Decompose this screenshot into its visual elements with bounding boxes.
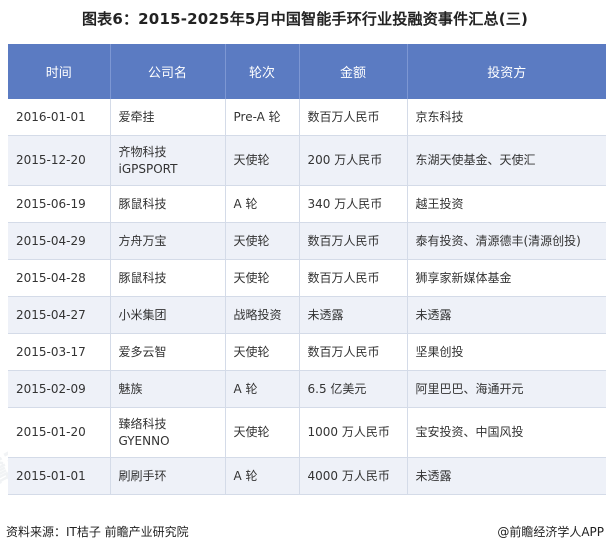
cell-amount: 数百万人民币 (299, 99, 408, 136)
cell-investor: 京东科技 (407, 99, 606, 136)
cell-company: 方舟万宝 (110, 222, 226, 260)
header-amount: 金额 (299, 44, 408, 99)
table-header-row: 时间 公司名 轮次 金额 投资方 (8, 44, 606, 99)
cell-company: 臻络科技 GYENNO (110, 407, 226, 458)
cell-round: 战略投资 (225, 296, 300, 334)
cell-date: 2015-01-20 (8, 407, 111, 458)
cell-investor: 狮享家新媒体基金 (407, 259, 606, 297)
cell-round: A 轮 (225, 370, 300, 408)
cell-company: 刷刷手环 (110, 457, 226, 495)
cell-amount: 4000 万人民币 (299, 457, 408, 495)
cell-amount: 6.5 亿美元 (299, 370, 408, 408)
company-name-line: 小米集团 (118, 307, 167, 322)
cell-date: 2015-01-01 (8, 457, 111, 495)
cell-investor: 东湖天使基金、天使汇 (407, 135, 606, 186)
cell-date: 2015-06-19 (8, 185, 111, 223)
table-row: 2015-04-28 豚鼠科技 天使轮 数百万人民币 狮享家新媒体基金 (8, 259, 606, 297)
table-row: 2015-04-29 方舟万宝 天使轮 数百万人民币 泰有投资、清源德丰(清源创投) (8, 222, 606, 260)
company-name-line: 爱牵挂 (118, 109, 155, 124)
cell-amount: 200 万人民币 (299, 135, 408, 186)
cell-investor: 阿里巴巴、海通开元 (407, 370, 606, 408)
table-row: 2015-01-20 臻络科技 GYENNO 天使轮 1000 万人民币 宝安投资、中国风… (8, 407, 606, 458)
cell-company: 豚鼠科技 (110, 259, 226, 297)
cell-company: 齐物科技 iGPSPORT (110, 135, 226, 186)
cell-round: 天使轮 (225, 222, 300, 260)
cell-date: 2015-03-17 (8, 333, 111, 371)
company-name-line: 刷刷手环 (118, 468, 167, 483)
cell-amount: 340 万人民币 (299, 185, 408, 223)
company-name-line: GYENNO (118, 433, 170, 448)
cell-amount: 未透露 (299, 296, 408, 334)
cell-company: 小米集团 (110, 296, 226, 334)
cell-amount: 数百万人民币 (299, 333, 408, 371)
cell-company: 爱牵挂 (110, 99, 226, 136)
table-row: 2015-02-09 魅族 A 轮 6.5 亿美元 阿里巴巴、海通开元 (8, 370, 606, 408)
company-name-line: 齐物科技 (118, 144, 167, 159)
cell-investor: 未透露 (407, 457, 606, 495)
company-name-line: iGPSPORT (118, 161, 178, 176)
cell-round: 天使轮 (225, 333, 300, 371)
table-row: 2015-03-17 爱多云智 天使轮 数百万人民币 坚果创投 (8, 333, 606, 371)
cell-company: 豚鼠科技 (110, 185, 226, 223)
company-name-line: 臻络科技 (118, 416, 167, 431)
header-company: 公司名 (110, 44, 226, 99)
cell-amount: 数百万人民币 (299, 259, 408, 297)
cell-round: A 轮 (225, 457, 300, 495)
cell-investor: 未透露 (407, 296, 606, 334)
cell-date: 2015-12-20 (8, 135, 111, 186)
cell-round: Pre-A 轮 (225, 99, 300, 136)
header-date: 时间 (8, 44, 111, 99)
cell-company: 爱多云智 (110, 333, 226, 371)
company-name-line: 豚鼠科技 (118, 196, 167, 211)
cell-date: 2015-04-29 (8, 222, 111, 260)
cell-company: 魅族 (110, 370, 226, 408)
cell-investor: 越王投资 (407, 185, 606, 223)
header-round: 轮次 (225, 44, 300, 99)
company-name-line: 豚鼠科技 (118, 270, 167, 285)
investment-table: 时间 公司名 轮次 金额 投资方 2016-01-01 爱牵挂 Pre-A 轮数百万… (8, 44, 606, 495)
cell-round: 天使轮 (225, 259, 300, 297)
cell-date: 2016-01-01 (8, 99, 111, 136)
company-name-line: 魅族 (118, 381, 143, 396)
cell-amount: 1000 万人民币 (299, 407, 408, 458)
table-row: 2015-01-01 刷刷手环 A 轮 4000 万人民币 未透露 (8, 457, 606, 495)
table-row: 2015-12-20 齐物科技 iGPSPORT 天使轮 200 万人民币 东湖天使基金、… (8, 135, 606, 186)
page-title: 图表6：2015-2025年5月中国智能手环行业投融资事件汇总(三) (81, 10, 529, 28)
company-name-line: 爱多云智 (118, 344, 167, 359)
cell-round: 天使轮 (225, 407, 300, 458)
cell-date: 2015-04-28 (8, 259, 111, 297)
cell-investor: 泰有投资、清源德丰(清源创投) (407, 222, 606, 260)
cell-round: 天使轮 (225, 135, 300, 186)
table-row: 2015-06-19 豚鼠科技 A 轮 340 万人民币 越王投资 (8, 185, 606, 223)
table-row: 2015-04-27 小米集团 战略投资 未透露 未透露 (8, 296, 606, 334)
cell-date: 2015-04-27 (8, 296, 111, 334)
table-row: 2016-01-01 爱牵挂 Pre-A 轮数百万人民币 京东科技 (8, 99, 606, 136)
company-name-line: 方舟万宝 (118, 233, 167, 248)
cell-investor: 坚果创投 (407, 333, 606, 371)
cell-round: A 轮 (225, 185, 300, 223)
header-investor: 投资方 (407, 44, 606, 99)
source-note: 资料来源：IT桔子 前瞻产业研究院 (6, 525, 189, 539)
cell-amount: 数百万人民币 (299, 222, 408, 260)
credit-note: @前瞻经济学人APP (497, 525, 604, 539)
investment-table-container: 时间 公司名 轮次 金额 投资方 2016-01-01 爱牵挂 Pre-A 轮数百万… (8, 44, 606, 495)
cell-investor: 宝安投资、中国风投 (407, 407, 606, 458)
cell-date: 2015-02-09 (8, 370, 111, 408)
